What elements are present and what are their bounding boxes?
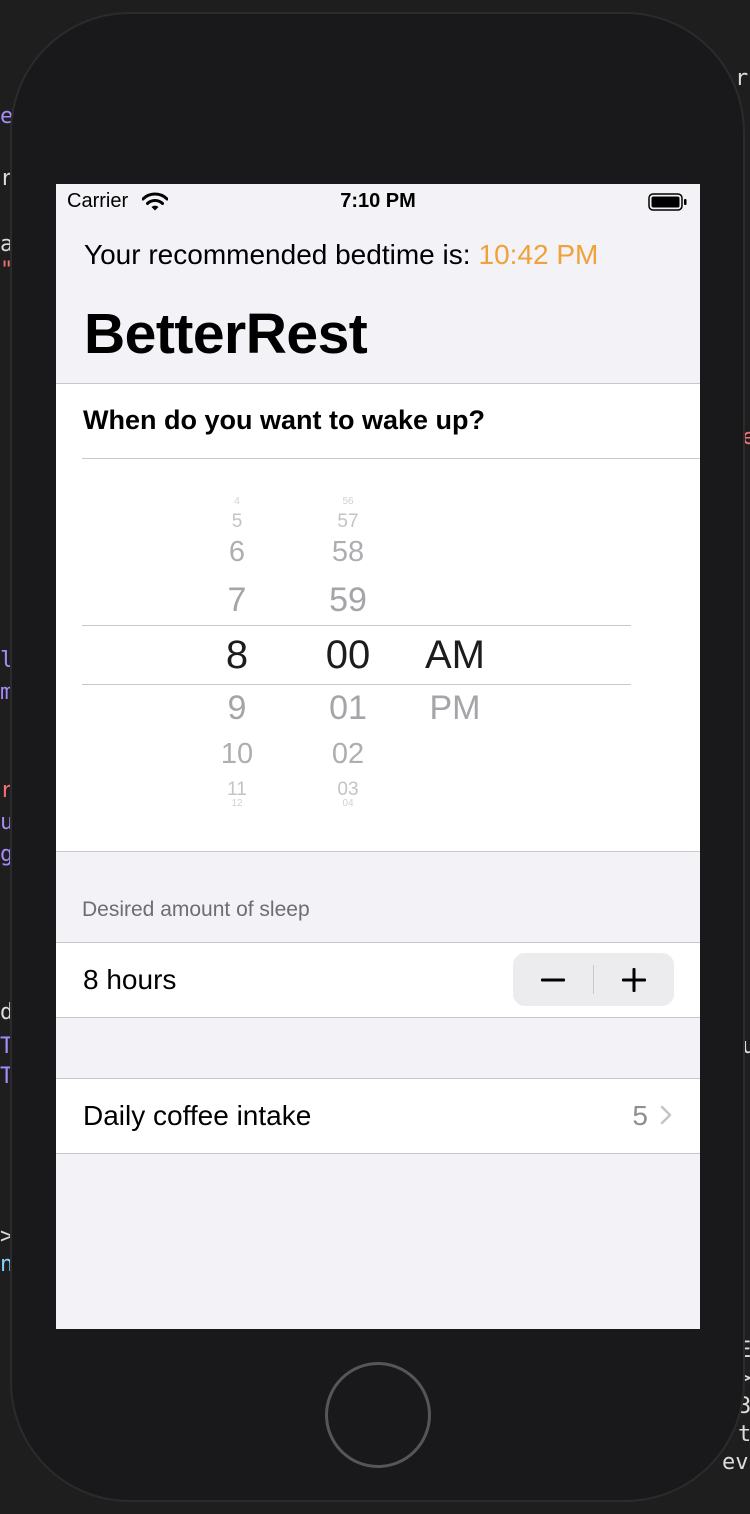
increment-button[interactable] (594, 953, 674, 1006)
section-header-sleep: Desired amount of sleep (82, 898, 310, 921)
bedtime-value: 10:42 PM (478, 239, 599, 270)
plus-icon (622, 967, 646, 992)
coffee-intake-label: Daily coffee intake (83, 1100, 312, 1131)
divider (56, 942, 700, 943)
picker-item-selected-period[interactable]: AM (385, 633, 525, 678)
page-title: BetterRest (84, 302, 368, 366)
battery-icon (648, 193, 687, 211)
wake-up-question: When do you want to wake up? (83, 405, 485, 435)
sleep-amount-row: 8 hours (56, 942, 700, 1018)
app-screen: Carrier 7:10 PM Your recommended bedtime… (56, 184, 700, 1329)
divider (56, 383, 700, 384)
divider (56, 1153, 700, 1154)
am-pm-wheel[interactable]: AM PM (385, 458, 525, 851)
status-bar: Carrier 7:10 PM (56, 184, 700, 220)
minus-icon (541, 978, 565, 981)
decrement-button[interactable] (513, 953, 593, 1006)
sleep-amount-value: 8 hours (83, 964, 177, 995)
wake-up-section: When do you want to wake up? 4 5 6 7 8 9… (56, 383, 700, 852)
sleep-stepper[interactable] (513, 953, 674, 1006)
editor-fragment: t (738, 1422, 750, 1447)
bedtime-line: Your recommended bedtime is: 10:42 PM (84, 239, 598, 271)
home-button[interactable] (325, 1362, 431, 1468)
editor-fragment: r (735, 66, 749, 91)
bedtime-label: Your recommended bedtime is: (84, 239, 471, 270)
coffee-intake-row[interactable]: Daily coffee intake 5 (56, 1078, 700, 1154)
editor-fragment: ev (722, 1450, 749, 1475)
status-time: 7:10 PM (340, 190, 416, 212)
divider (56, 851, 700, 852)
divider (56, 1017, 700, 1018)
chevron-right-icon (660, 1105, 672, 1125)
wake-time-picker[interactable]: 4 5 6 7 8 9 10 11 12 56 57 58 59 00 01 0… (82, 458, 700, 851)
picker-item[interactable]: PM (385, 689, 525, 728)
divider (56, 1078, 700, 1079)
coffee-intake-value: 5 (632, 1100, 648, 1131)
